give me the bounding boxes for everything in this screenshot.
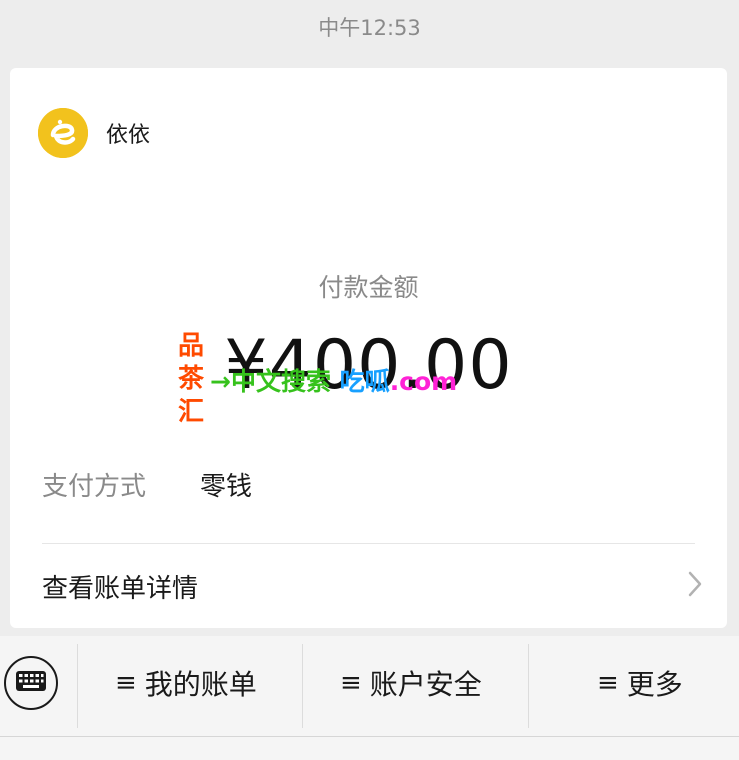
watermark-char: 品 [178,331,205,361]
menu-lines-icon: ≡ [340,668,362,698]
menu-separator [77,644,78,728]
menu-my-bills-label: 我的账单 [144,668,257,701]
watermark-segment: 吃呱 [339,367,390,396]
watermark-segment: →中文搜索 [210,367,331,396]
status-time: 中午12:53 [318,16,421,40]
menu-more-label: 更多 [626,668,683,701]
menu-separator [302,644,303,728]
menu-my-bills[interactable]: ≡ 我的账单 [115,662,257,704]
divider [42,543,695,544]
watermark-text: →中文搜索 吃呱.com [210,362,457,398]
menu-lines-icon: ≡ [597,668,619,698]
payment-card: 依依 付款金额 ¥400.00 品 茶 汇 →中文搜索 吃呱.com 支付方式 … [10,68,727,628]
watermark-segment [331,367,340,396]
view-bill-details-label: 查看账单详情 [42,573,199,604]
bottom-menu-bar: ≡ 我的账单 ≡ 账户安全 ≡ 更多 [0,636,739,760]
merchant-header[interactable]: 依依 [38,108,150,158]
payment-method-row: 支付方式 零钱 [42,466,252,503]
keyboard-toggle-button[interactable] [4,656,58,710]
watermark-side: 品 茶 汇 [178,330,210,429]
amount-label: 付款金额 [318,273,419,302]
watermark-segment: .com [389,367,458,396]
keyboard-icon [15,670,47,696]
menu-more[interactable]: ≡ 更多 [597,662,683,704]
menu-separator [528,644,529,728]
menu-account-security-label: 账户安全 [369,668,482,701]
merchant-name: 依依 [106,123,151,148]
watermark-char: 茶 [178,364,205,394]
merchant-logo-icon [38,108,88,158]
payment-method-value: 零钱 [200,472,253,502]
menu-lines-icon: ≡ [115,668,137,698]
watermark-char: 汇 [178,397,205,427]
payment-method-label: 支付方式 [42,472,147,502]
menu-account-security[interactable]: ≡ 账户安全 [340,662,482,704]
merchant-logo-glyph [38,108,88,158]
view-bill-details-row[interactable]: 查看账单详情 [42,564,703,608]
chevron-right-icon [687,570,703,602]
